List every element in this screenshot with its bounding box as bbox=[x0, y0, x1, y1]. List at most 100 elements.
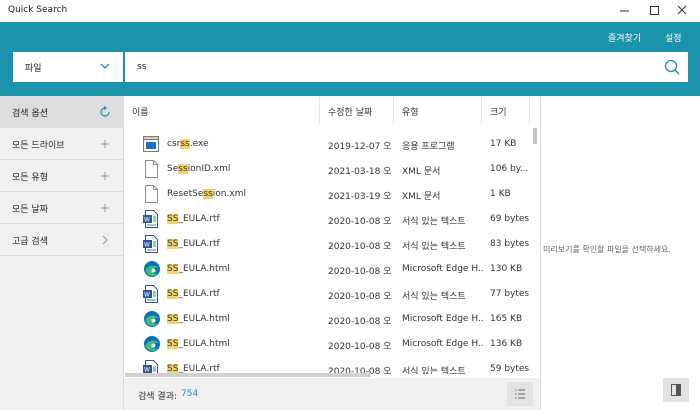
toggle-preview-button[interactable] bbox=[663, 378, 689, 402]
table-row[interactable]: SS_EULA.html 2020-10-08 오... Microsoft Edg… bbox=[124, 257, 530, 282]
file-name: SS_EULA.rtf bbox=[167, 289, 220, 299]
file-size: 130 KB bbox=[490, 264, 523, 274]
search-scope-value: 파일 bbox=[25, 64, 42, 74]
close-icon bbox=[677, 5, 687, 15]
file-date: 2020-10-08 오... bbox=[328, 342, 392, 352]
file-size: 165 KB bbox=[490, 314, 523, 324]
plus-icon bbox=[101, 172, 109, 180]
plus-icon bbox=[101, 204, 109, 212]
result-count: 754 bbox=[181, 389, 199, 399]
search-scope-dropdown[interactable]: 파일 bbox=[13, 52, 123, 82]
file-name: ResetSession.xml bbox=[167, 189, 246, 199]
file-date: 2020-10-08 오... bbox=[328, 267, 392, 277]
table-row[interactable]: SS_EULA.html 2020-10-08 오... Microsoft Edg… bbox=[124, 307, 530, 332]
search-input[interactable] bbox=[137, 59, 637, 75]
minimize-button[interactable] bbox=[610, 0, 638, 22]
preview-pane: 미리보기를 확인할 파일을 선택하세요. bbox=[540, 96, 700, 410]
xml-file-icon bbox=[143, 160, 159, 178]
file-date: 2021-03-18 오... bbox=[328, 167, 392, 177]
search-icon[interactable] bbox=[663, 58, 681, 76]
file-type: 서식 있는 텍스트 bbox=[402, 292, 466, 302]
column-header-name[interactable]: 이름 bbox=[124, 96, 320, 124]
file-date: 2020-10-08 오... bbox=[328, 317, 392, 327]
results-header: 이름 수정한 날짜 유형 크기 bbox=[124, 96, 540, 124]
file-date: 2019-12-07 오... bbox=[328, 142, 392, 152]
sidebar-item-advanced-search[interactable]: 고급 검색 bbox=[0, 224, 124, 256]
file-size: 106 by... bbox=[490, 164, 529, 174]
edge-icon bbox=[143, 260, 160, 278]
sidebar-item-all-types[interactable]: 모든 유형 bbox=[0, 160, 124, 192]
sidebar-item-label: 모든 유형 bbox=[12, 173, 48, 183]
list-view-icon bbox=[515, 389, 525, 399]
file-date: 2021-03-19 오... bbox=[328, 192, 392, 202]
edge-icon bbox=[143, 310, 160, 328]
table-row[interactable]: W SS_EULA.rtf 2020-10-08 오... 서식 있는 텍스트 83 b… bbox=[124, 232, 530, 257]
maximize-icon bbox=[650, 6, 659, 15]
exe-icon bbox=[143, 135, 159, 153]
table-row[interactable]: W SS_EULA.rtf 2020-10-08 오... 서식 있는 텍스트 77 b… bbox=[124, 282, 530, 307]
word-doc-icon: W bbox=[143, 285, 159, 303]
file-type: 서식 있는 텍스트 bbox=[402, 217, 466, 227]
file-size: 69 bytes bbox=[490, 214, 530, 224]
sidebar-item-search-options[interactable]: 검색 옵션 bbox=[0, 96, 124, 128]
edge-icon bbox=[143, 335, 160, 353]
minimize-icon bbox=[620, 10, 629, 12]
svg-text:W: W bbox=[144, 292, 150, 299]
file-size: 136 KB bbox=[490, 339, 523, 349]
file-type: Microsoft Edge H... bbox=[402, 314, 484, 324]
preview-pane-icon bbox=[671, 384, 681, 396]
sidebar-item-label: 검색 옵션 bbox=[12, 109, 48, 119]
search-field[interactable] bbox=[125, 52, 688, 82]
window-title: Quick Search bbox=[8, 5, 68, 15]
chevron-right-icon bbox=[102, 235, 108, 245]
file-size: 77 bytes bbox=[490, 289, 530, 299]
file-date: 2020-10-08 오... bbox=[328, 292, 392, 302]
favorites-link[interactable]: 즐겨찾기 bbox=[608, 31, 641, 44]
sidebar-item-all-drives[interactable]: 모든 드라이브 bbox=[0, 128, 124, 160]
chevron-down-icon bbox=[100, 63, 110, 69]
file-type: Microsoft Edge H... bbox=[402, 264, 484, 274]
preview-message: 미리보기를 확인할 파일을 선택하세요. bbox=[543, 245, 671, 254]
file-name: SS_EULA.html bbox=[167, 264, 230, 274]
file-size: 1 KB bbox=[490, 189, 511, 199]
scroll-thumb[interactable] bbox=[125, 373, 371, 377]
search-options-sidebar: 검색 옵션 모든 드라이브 모든 유형 모든 날짜 고급 검색 bbox=[0, 96, 124, 410]
file-name: SessionID.xml bbox=[167, 164, 231, 174]
file-name: SS_EULA.rtf bbox=[167, 239, 220, 249]
table-row[interactable]: csrss.exe 2019-12-07 오... 응용 프로그램 17 KB bbox=[124, 132, 530, 157]
plus-icon bbox=[101, 140, 109, 148]
file-type: 서식 있는 텍스트 bbox=[402, 242, 466, 252]
file-type: XML 문서 bbox=[402, 167, 441, 177]
sidebar-item-label: 고급 검색 bbox=[12, 237, 48, 247]
column-header-type[interactable]: 유형 bbox=[394, 96, 482, 124]
sidebar-item-label: 모든 드라이브 bbox=[12, 141, 65, 151]
word-doc-icon: W bbox=[143, 235, 159, 253]
svg-text:W: W bbox=[144, 242, 150, 249]
scroll-thumb[interactable] bbox=[533, 128, 537, 144]
file-name: SS_EULA.html bbox=[167, 314, 230, 324]
settings-link[interactable]: 설정 bbox=[665, 31, 682, 44]
refresh-icon[interactable] bbox=[99, 106, 111, 118]
table-row[interactable]: ResetSession.xml 2021-03-19 오... XML 문서 1 K… bbox=[124, 182, 530, 207]
file-type: XML 문서 bbox=[402, 192, 441, 202]
svg-text:W: W bbox=[144, 217, 150, 224]
vertical-scrollbar[interactable] bbox=[530, 124, 540, 374]
view-mode-button[interactable] bbox=[507, 382, 533, 406]
close-button[interactable] bbox=[668, 0, 696, 22]
file-size: 17 KB bbox=[490, 139, 517, 149]
sidebar-item-label: 모든 날짜 bbox=[12, 205, 48, 215]
table-row[interactable]: W SS_EULA.rtf 2020-10-08 오... 서식 있는 텍스트 69 b… bbox=[124, 207, 530, 232]
maximize-button[interactable] bbox=[640, 0, 668, 22]
table-row[interactable]: SS_EULA.html 2020-10-08 오... Microsoft Edg… bbox=[124, 332, 530, 357]
status-bar: 검색 결과: 754 bbox=[124, 378, 540, 410]
xml-file-icon bbox=[143, 185, 159, 203]
result-count-label: 검색 결과: bbox=[138, 392, 178, 402]
search-header: 즐겨찾기 설정 파일 bbox=[0, 22, 700, 96]
file-date: 2020-10-08 오... bbox=[328, 217, 392, 227]
column-header-date[interactable]: 수정한 날짜 bbox=[320, 96, 394, 124]
file-type: 응용 프로그램 bbox=[402, 142, 455, 152]
column-header-size[interactable]: 크기 bbox=[482, 96, 530, 124]
file-date: 2020-10-08 오... bbox=[328, 242, 392, 252]
sidebar-item-all-dates[interactable]: 모든 날짜 bbox=[0, 192, 124, 224]
table-row[interactable]: SessionID.xml 2021-03-18 오... XML 문서 106 by… bbox=[124, 157, 530, 182]
